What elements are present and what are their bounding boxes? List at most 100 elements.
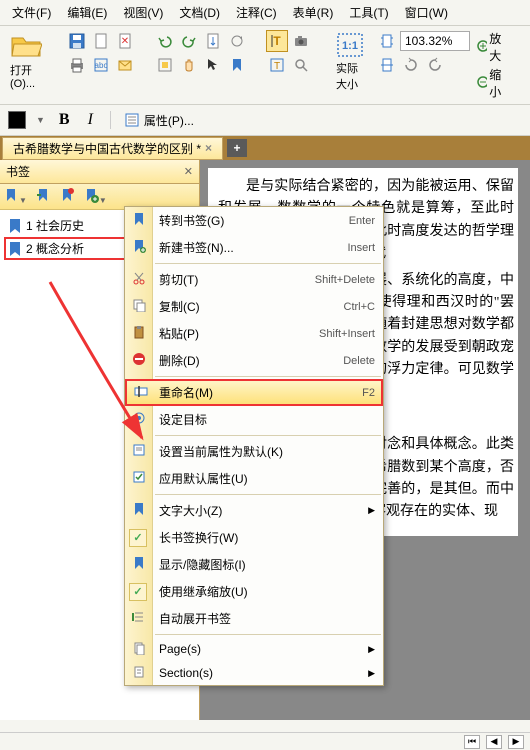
ctx-set-target[interactable]: 设定目标 bbox=[125, 406, 383, 433]
svg-text:abc: abc bbox=[95, 61, 108, 70]
zoom-in-icon bbox=[476, 39, 487, 55]
props-default-icon bbox=[131, 443, 147, 460]
ctx-auto-expand[interactable]: 自动展开书签 bbox=[125, 605, 383, 632]
tab-close-button[interactable]: × bbox=[205, 141, 212, 155]
email-button[interactable] bbox=[114, 54, 136, 76]
bookmark-icon bbox=[8, 218, 22, 234]
menu-document[interactable]: 文档(D) bbox=[171, 2, 228, 23]
menu-file[interactable]: 文件(F) bbox=[4, 2, 59, 23]
color-swatch[interactable] bbox=[8, 111, 26, 129]
bm-tool-3[interactable] bbox=[59, 187, 75, 206]
actual-size-button[interactable]: 1:1 实际大小 bbox=[330, 30, 370, 100]
ctx-paste[interactable]: 粘贴(P)Shift+Insert bbox=[125, 320, 383, 347]
ctx-new-bookmark[interactable]: 新建书签(N)...Insert bbox=[125, 234, 383, 261]
nav-first-button[interactable]: ⏮ bbox=[464, 735, 480, 749]
redo-button[interactable] bbox=[178, 30, 200, 52]
close-doc-icon: ✕ bbox=[117, 33, 133, 49]
ctx-apply-default[interactable]: 应用默认属性(U) bbox=[125, 465, 383, 492]
bookmark-button[interactable] bbox=[226, 54, 248, 76]
camera-icon bbox=[293, 33, 309, 49]
redo-icon bbox=[181, 33, 197, 49]
menu-comment[interactable]: 注释(C) bbox=[228, 2, 285, 23]
properties-icon bbox=[124, 112, 140, 128]
fit-page-button[interactable] bbox=[376, 30, 398, 52]
fit-page-icon bbox=[379, 33, 395, 49]
panel-close-button[interactable]: ✕ bbox=[184, 165, 193, 178]
submenu-arrow-icon: ▶ bbox=[368, 644, 375, 655]
hand-button[interactable] bbox=[178, 54, 200, 76]
menu-view[interactable]: 视图(V) bbox=[115, 2, 171, 23]
ctx-rename[interactable]: 重命名(M)F2 bbox=[125, 379, 383, 406]
document-icon bbox=[93, 33, 109, 49]
snapshot-button[interactable] bbox=[290, 30, 312, 52]
email-icon bbox=[117, 57, 133, 73]
ctx-toggle-icons[interactable]: 显示/隐藏图标(I) bbox=[125, 551, 383, 578]
new-doc-button[interactable] bbox=[90, 30, 112, 52]
scroll-button[interactable] bbox=[202, 30, 224, 52]
edit-text-button[interactable]: T bbox=[266, 54, 288, 76]
close-doc-button[interactable]: ✕ bbox=[114, 30, 136, 52]
edit-content-button[interactable]: T 编辑内 bbox=[524, 30, 530, 100]
ctx-delete[interactable]: 删除(D)Delete bbox=[125, 347, 383, 374]
fit-button[interactable] bbox=[154, 54, 176, 76]
zoom-out-button[interactable]: 缩小 bbox=[476, 66, 506, 100]
menu-edit[interactable]: 编辑(E) bbox=[59, 2, 115, 23]
ocr-icon: abc bbox=[93, 57, 109, 73]
nav-next-button[interactable]: ▶ bbox=[508, 735, 524, 749]
ctx-set-default[interactable]: 设置当前属性为默认(K) bbox=[125, 438, 383, 465]
undo-button[interactable] bbox=[154, 30, 176, 52]
bm-tool-1[interactable]: ▼ bbox=[3, 187, 27, 206]
search-icon bbox=[293, 57, 309, 73]
menu-bar: 文件(F) 编辑(E) 视图(V) 文档(D) 注释(C) 表单(R) 工具(T… bbox=[0, 0, 530, 26]
nav-prev-button[interactable]: ◀ bbox=[486, 735, 502, 749]
check-icon: ✓ bbox=[129, 583, 147, 601]
bookmark-label: 1 社会历史 bbox=[26, 217, 84, 234]
edit-text-icon: T bbox=[269, 57, 285, 73]
ctx-inherit-zoom[interactable]: ✓ 使用继承缩放(U) bbox=[125, 578, 383, 605]
folder-open-icon bbox=[10, 32, 42, 60]
properties-button[interactable]: 属性(P)... bbox=[124, 112, 194, 129]
one-to-one-icon: 1:1 bbox=[336, 32, 364, 58]
italic-button[interactable]: I bbox=[84, 111, 97, 129]
bold-button[interactable]: B bbox=[55, 111, 74, 129]
page-scroll-icon bbox=[205, 33, 221, 49]
tab-bar: 古希腊数学与中国古代数学的区别 * × + bbox=[0, 136, 530, 160]
text-select-button[interactable]: T bbox=[266, 30, 288, 52]
zoom-input[interactable] bbox=[400, 31, 470, 51]
zoom-in-button[interactable]: 放大 bbox=[476, 30, 506, 64]
ctx-wrap[interactable]: ✓ 长书签换行(W) bbox=[125, 524, 383, 551]
menu-form[interactable]: 表单(R) bbox=[285, 2, 342, 23]
submenu-arrow-icon: ▶ bbox=[368, 668, 375, 679]
select-button[interactable] bbox=[202, 54, 224, 76]
ctx-font-size[interactable]: 文字大小(Z)▶ bbox=[125, 497, 383, 524]
bm-tool-2[interactable] bbox=[35, 187, 51, 206]
ctx-pages[interactable]: Page(s)▶ bbox=[125, 637, 383, 661]
loop-button[interactable] bbox=[226, 30, 248, 52]
bookmark-icon bbox=[131, 556, 147, 573]
rotate-button[interactable] bbox=[400, 54, 422, 76]
expand-icon bbox=[131, 610, 147, 627]
ctx-cut[interactable]: 剪切(T)Shift+Delete bbox=[125, 266, 383, 293]
open-button[interactable]: 打开(O)... bbox=[4, 30, 48, 100]
bm-tool-4[interactable]: ▼ bbox=[83, 187, 107, 206]
ctx-copy[interactable]: 复制(C)Ctrl+C bbox=[125, 293, 383, 320]
menu-tool[interactable]: 工具(T) bbox=[341, 2, 396, 23]
svg-text:✕: ✕ bbox=[121, 36, 129, 47]
rotate-cw-button[interactable] bbox=[424, 54, 446, 76]
bookmark-icon bbox=[229, 57, 245, 73]
actual-size-label: 实际大小 bbox=[336, 60, 364, 92]
menu-window[interactable]: 窗口(W) bbox=[397, 2, 456, 23]
ctx-sections[interactable]: Section(s)▶ bbox=[125, 661, 383, 685]
tab-add-button[interactable]: + bbox=[227, 139, 247, 157]
fit-width-button[interactable] bbox=[376, 54, 398, 76]
text-select-icon: T bbox=[269, 33, 285, 49]
ocr-button[interactable]: abc bbox=[90, 54, 112, 76]
print-button[interactable] bbox=[66, 54, 88, 76]
document-tab[interactable]: 古希腊数学与中国古代数学的区别 * × bbox=[2, 137, 223, 160]
bookmark-icon bbox=[131, 502, 147, 519]
open-label: 打开(O)... bbox=[10, 62, 42, 90]
status-bar: ⏮ ◀ ▶ bbox=[0, 732, 530, 750]
save-button[interactable] bbox=[66, 30, 88, 52]
find-button[interactable] bbox=[290, 54, 312, 76]
ctx-goto-bookmark[interactable]: 转到书签(G)Enter bbox=[125, 207, 383, 234]
